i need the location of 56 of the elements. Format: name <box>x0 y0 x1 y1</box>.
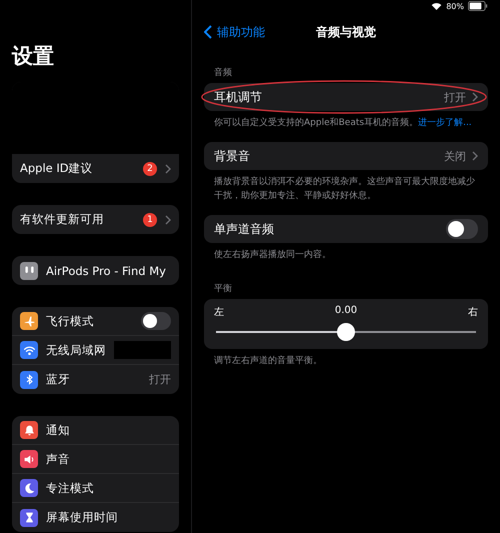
left-label: 左 <box>214 306 224 319</box>
section-header: 音频 <box>213 66 233 80</box>
battery-percentage: 80% <box>446 2 464 10</box>
footer-note: 使左右扬声器播放同一内容。 <box>214 248 332 262</box>
row-label: 背景音 <box>214 148 251 164</box>
settings-item[interactable]: 声音 <box>12 445 179 474</box>
section-header: 平衡 <box>213 282 233 296</box>
settings-item[interactable]: 通知 <box>12 416 179 445</box>
item-label: 飞行模式 <box>46 314 95 328</box>
settings-row[interactable]: 耳机调节 打开 <box>204 83 488 111</box>
item-value: 打开 <box>149 372 171 387</box>
slider-reading: 0.00 <box>334 305 358 318</box>
chevron-icon <box>472 151 478 161</box>
row-label: 耳机调节 <box>214 88 263 106</box>
back-button[interactable]: 辅助功能 <box>204 24 265 40</box>
item-label: 屏幕使用时间 <box>46 510 119 525</box>
slider-thumb[interactable] <box>337 323 355 341</box>
settings-item[interactable]: AirPods Pro - Find My <box>12 256 179 285</box>
item-label: 声音 <box>46 452 71 466</box>
page-title: 音频与视觉 <box>316 24 376 40</box>
chevron-icon <box>165 214 171 224</box>
chevron-icon <box>472 92 478 102</box>
item-label: Apple ID建议 <box>20 161 94 176</box>
row-label: 单声道音频 <box>214 220 275 238</box>
toggle-switch[interactable] <box>141 312 171 330</box>
settings-item[interactable]: 有软件更新可用 1 <box>12 205 179 234</box>
settings-item[interactable]: 无线局域网 <box>12 336 179 365</box>
item-label: 有软件更新可用 <box>20 212 105 227</box>
row-value: 打开 <box>444 90 466 104</box>
settings-item[interactable]: 蓝牙 打开 <box>12 365 179 394</box>
footer-note: 你可以自定义受支持的Apple和Beats耳机的音频。进一步了解... <box>214 116 473 130</box>
footer-note: 调节左右声道的音量平衡。 <box>214 354 323 368</box>
settings-row[interactable]: 单声道音频 <box>204 215 488 243</box>
notification-badge: 1 <box>143 212 157 226</box>
toggle-switch[interactable] <box>446 219 478 239</box>
settings-item[interactable]: Apple ID建议 2 <box>12 154 179 183</box>
item-label: 专注模式 <box>46 480 95 496</box>
chevron-icon <box>165 164 171 174</box>
settings-item[interactable]: 飞行模式 <box>12 307 179 336</box>
learn-more-link[interactable]: 进一步了解... <box>418 118 472 128</box>
settings-title: 设置 <box>12 43 55 70</box>
item-label: 通知 <box>46 422 71 438</box>
redacted-block <box>114 341 171 359</box>
settings-item[interactable]: 专注模式 <box>12 474 179 503</box>
row-value: 关闭 <box>444 148 466 164</box>
settings-item[interactable]: 屏幕使用时间 <box>12 503 179 532</box>
notification-badge: 2 <box>143 162 157 176</box>
right-label: 右 <box>468 306 478 319</box>
item-label: 无线局域网 <box>46 342 106 358</box>
battery-icon <box>468 1 488 11</box>
settings-row[interactable]: 背景音 关闭 <box>204 142 488 170</box>
item-label: 蓝牙 <box>46 372 71 387</box>
back-chevron-icon <box>204 25 212 39</box>
wifi-icon <box>431 2 442 10</box>
footer-note: 播放背景音以消弭不必要的环境杂声。这些声音可最大限度地减少干扰，助你更加专注、平静或好好休息。 <box>214 176 476 203</box>
item-label: AirPods Pro - Find My <box>46 264 167 278</box>
